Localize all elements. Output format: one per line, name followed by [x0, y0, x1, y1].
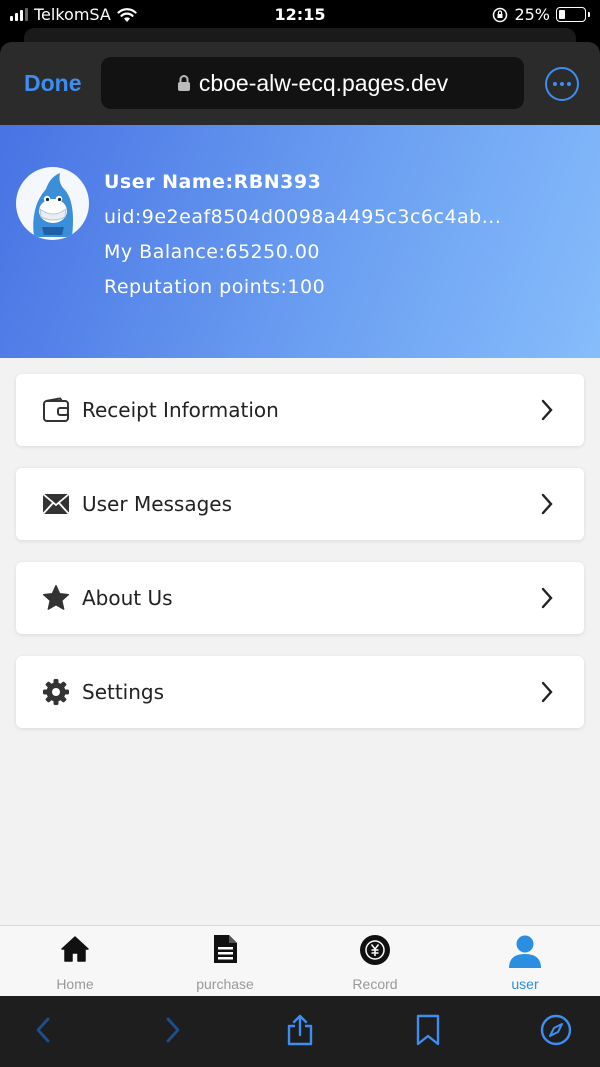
- menu-settings[interactable]: Settings: [16, 656, 584, 728]
- page-content: User Name:RBN393 uid:9e2eaf8504d0098a449…: [0, 125, 600, 925]
- compass-icon[interactable]: [540, 1014, 572, 1046]
- lock-icon: [177, 75, 190, 91]
- avatar[interactable]: [16, 167, 89, 240]
- url-text: cboe-alw-ecq.pages.dev: [198, 69, 449, 96]
- chevron-right-icon: [541, 681, 553, 703]
- tab-bar: Home purchase Record user: [0, 925, 600, 996]
- user-icon: [450, 934, 600, 968]
- envelope-icon: [42, 490, 70, 518]
- profile-info: User Name:RBN393 uid:9e2eaf8504d0098a449…: [104, 171, 501, 311]
- tab-user[interactable]: user: [450, 926, 600, 996]
- chevron-right-icon: [541, 399, 553, 421]
- menu-user-messages[interactable]: User Messages: [16, 468, 584, 540]
- wallet-icon: [42, 396, 70, 424]
- menu-label: Settings: [82, 680, 165, 704]
- menu-label: User Messages: [82, 492, 233, 516]
- tab-label: purchase: [196, 976, 254, 992]
- browser-toolbar: [0, 996, 600, 1067]
- reputation-points: Reputation points:100: [104, 276, 326, 298]
- user-balance: My Balance:65250.00: [104, 241, 321, 263]
- tab-label: Home: [56, 976, 94, 992]
- done-button[interactable]: Done: [24, 70, 82, 97]
- battery-percent: 25%: [514, 5, 550, 24]
- gear-icon: [42, 678, 70, 706]
- home-icon: [0, 934, 150, 968]
- orientation-lock-icon: [493, 7, 508, 22]
- browser-header: Done cboe-alw-ecq.pages.dev: [0, 42, 600, 125]
- sheet-edge: [24, 28, 576, 42]
- profile-banner: User Name:RBN393 uid:9e2eaf8504d0098a449…: [0, 125, 600, 358]
- mascot-icon: [33, 173, 73, 237]
- tab-label: user: [511, 976, 539, 992]
- chevron-right-icon: [541, 493, 553, 515]
- coin-icon: [300, 934, 450, 968]
- more-icon[interactable]: [545, 67, 579, 101]
- tab-home[interactable]: Home: [0, 926, 150, 996]
- document-icon: [150, 934, 300, 968]
- share-icon[interactable]: [284, 1014, 316, 1046]
- tab-label: Record: [352, 976, 398, 992]
- battery-icon: [556, 7, 590, 22]
- tab-record[interactable]: Record: [300, 926, 450, 996]
- status-right: 25%: [492, 5, 590, 24]
- menu-label: About Us: [82, 586, 173, 610]
- menu-label: Receipt Information: [82, 398, 279, 422]
- menu-about-us[interactable]: About Us: [16, 562, 584, 634]
- bookmarks-icon[interactable]: [412, 1014, 444, 1046]
- star-icon: [42, 584, 70, 612]
- url-bar[interactable]: cboe-alw-ecq.pages.dev: [101, 57, 524, 109]
- menu-receipt-information[interactable]: Receipt Information: [16, 374, 584, 446]
- back-icon[interactable]: [28, 1014, 60, 1046]
- tab-purchase[interactable]: purchase: [150, 926, 300, 996]
- battery-level: [559, 10, 565, 19]
- username: User Name:RBN393: [104, 171, 322, 193]
- chevron-right-icon: [541, 587, 553, 609]
- forward-icon[interactable]: [156, 1014, 188, 1046]
- user-uid: uid:9e2eaf8504d0098a4495c3c6c4ab...: [104, 206, 502, 228]
